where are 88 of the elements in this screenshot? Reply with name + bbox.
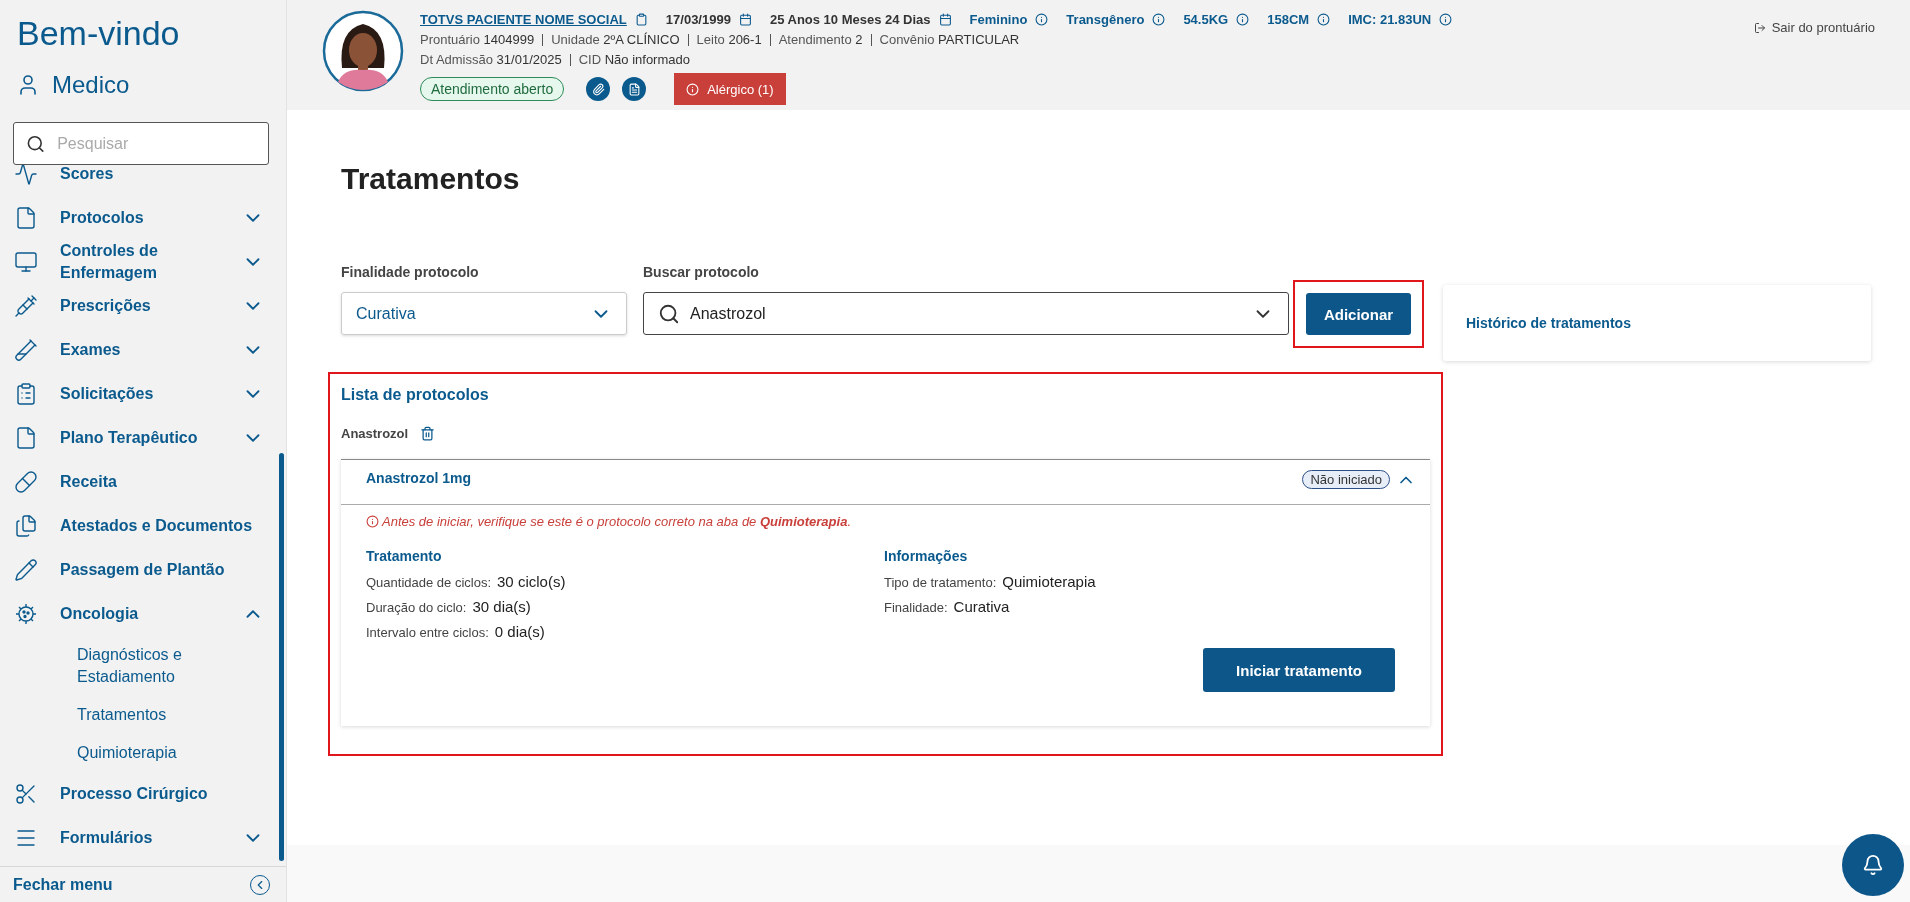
info-icon[interactable] [1152, 13, 1166, 26]
menu-item[interactable]: Atestados e Documentos [0, 504, 286, 548]
patient-detail: Unidade 2ºA CLÍNICO [551, 32, 680, 47]
clipboard-icon [14, 382, 38, 406]
welcome-title: Bem-vindo [16, 13, 181, 54]
patient-detail: Atendimento 2 [778, 32, 863, 47]
monitor-icon [14, 250, 38, 274]
logout-icon [1753, 21, 1766, 34]
detail-field: Duração do ciclo: 30 dia(s) [366, 598, 884, 615]
trash-icon[interactable] [420, 426, 436, 441]
select-field[interactable]: Curativa [341, 292, 627, 335]
exit-link[interactable]: Sair do prontuário [1753, 20, 1875, 35]
submenu-item[interactable]: Diagnósticos e Estadiamento [0, 636, 210, 696]
info-icon[interactable] [1439, 13, 1453, 26]
detail-field: Finalidade: Curativa [884, 598, 1395, 615]
submenu-item[interactable]: Tratamentos [0, 696, 210, 734]
menu-item[interactable]: Receita [0, 460, 286, 504]
attachment-button[interactable] [586, 77, 611, 101]
add-button[interactable]: Adicionar [1306, 293, 1411, 335]
file-icon [14, 426, 38, 450]
file-icon [14, 206, 38, 230]
document-icon [627, 82, 641, 96]
patient-detail: Dt Admissão 31/01/2025 [420, 52, 562, 67]
status-badge: Não iniciado [1302, 470, 1390, 489]
patient-tag: 54.5KG [1183, 12, 1229, 27]
field-label: Finalidade protocolo [341, 264, 480, 280]
patient-tag: IMC: 21.83UN [1348, 12, 1432, 27]
status-badge: Atendimento aberto [420, 77, 565, 101]
menu-item[interactable]: Plano Terapêutico [0, 416, 286, 460]
section-heading: Informações [884, 548, 969, 564]
submenu-item[interactable]: Quimioterapia [0, 734, 210, 772]
search-field[interactable]: Pesquisar [13, 122, 269, 165]
warning-icon [366, 515, 379, 528]
menu-item[interactable]: Formulários [0, 816, 286, 860]
page-title: Tratamentos [341, 162, 521, 197]
document-button[interactable] [622, 77, 647, 101]
detail-field: Quantidade de ciclos: 30 ciclo(s) [366, 573, 884, 590]
menu-item[interactable]: Solicitações [0, 372, 286, 416]
allergy-button[interactable]: Alérgico (1) [674, 73, 786, 105]
protocol-title: Anastrozol 1mg [366, 470, 472, 486]
menu-item[interactable]: Passagem de Plantão [0, 548, 286, 592]
patient-detail: CID Não informado [578, 52, 690, 67]
clipboard-icon [634, 13, 648, 26]
documents-icon [14, 514, 38, 538]
detail-field: Intervalo entre ciclos: 0 dia(s) [366, 623, 884, 640]
search-icon [658, 302, 680, 325]
menu-item[interactable]: Scores [0, 165, 286, 196]
protocol-group-name: Anastrozol [341, 426, 409, 441]
search-select[interactable]: Anastrozol [643, 292, 1289, 335]
bell-icon [1862, 854, 1884, 876]
patient-tag: 158CM [1267, 12, 1310, 27]
chart-icon [14, 165, 38, 186]
warning-text: Antes de iniciar, verifique se este é o protocolo correto na aba de Quimioterapia. [382, 514, 851, 529]
paperclip-icon [591, 82, 605, 96]
menu-item[interactable]: Prescrições [0, 284, 286, 328]
start-treatment-button[interactable]: Iniciar tratamento [1203, 648, 1395, 692]
menu-item[interactable]: Exames [0, 328, 286, 372]
patient-name-link[interactable]: TOTVS PACIENTE NOME SOCIAL [420, 12, 627, 27]
history-link[interactable]: Histórico de tratamentos [1466, 315, 1631, 331]
calendar-icon [738, 13, 752, 26]
menu-item[interactable]: Processo Cirúrgico [0, 772, 286, 816]
close-menu-link[interactable]: Fechar menu [13, 875, 113, 894]
birth-date: 17/03/1999 [665, 12, 731, 27]
section-title: Lista de protocolos [341, 386, 490, 404]
test-tube-icon [14, 338, 38, 362]
alert-icon [686, 82, 700, 96]
field-label: Buscar protocolo [643, 264, 760, 280]
pill-icon [14, 470, 38, 494]
pencil-icon [14, 558, 38, 582]
calendar-icon [938, 13, 952, 26]
section-heading: Tratamento [366, 548, 443, 564]
menu-item[interactable]: Oncologia [0, 592, 286, 636]
user-name: Medico [52, 71, 130, 99]
patient-tag: Transgênero [1066, 12, 1145, 27]
patient-detail: Convênio PARTICULAR [879, 32, 1020, 47]
patient-tag: Feminino [969, 12, 1028, 27]
detail-field: Tipo de tratamento: Quimioterapia [884, 573, 1395, 590]
menu-item[interactable]: Controles de Enfermagem [0, 240, 286, 284]
patient-age: 25 Anos 10 Meses 24 Dias [769, 12, 931, 27]
syringe-icon [14, 294, 38, 318]
info-icon[interactable] [1317, 13, 1331, 26]
patient-detail: Leito 206-1 [696, 32, 762, 47]
search-input[interactable]: Pesquisar [55, 133, 256, 154]
menu-item[interactable]: Protocolos [0, 196, 286, 240]
info-icon[interactable] [1035, 13, 1049, 26]
patient-detail: Prontuário 1404999 [420, 32, 535, 47]
virus-icon [14, 602, 38, 626]
info-icon[interactable] [1236, 13, 1250, 26]
